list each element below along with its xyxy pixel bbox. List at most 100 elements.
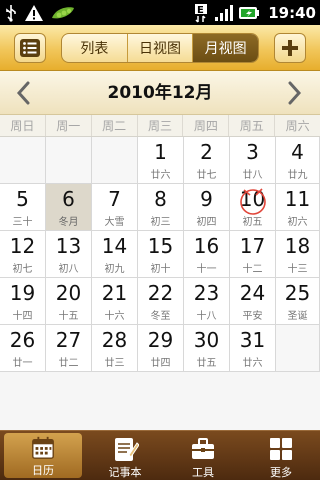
day-cell[interactable]: 27 廿二	[46, 325, 92, 372]
day-number: 18	[284, 234, 311, 258]
lunar-date: 初四	[196, 217, 217, 228]
day-cell[interactable]: 29 廿四	[138, 325, 184, 372]
day-number: 30	[193, 328, 220, 352]
lunar-date: 廿五	[196, 358, 217, 369]
day-cell[interactable]: 20 十五	[46, 278, 92, 325]
day-number: 28	[101, 328, 128, 352]
day-cell[interactable]: 25 圣诞	[276, 278, 320, 325]
tab-month-view[interactable]: 月视图	[193, 34, 258, 62]
add-button[interactable]	[274, 33, 306, 63]
lunar-date: 廿九	[287, 170, 308, 181]
menu-button[interactable]	[14, 33, 46, 63]
day-cell[interactable]: 4 廿九	[276, 137, 320, 184]
day-cell[interactable]: 10 初五	[230, 184, 276, 231]
lunar-date: 十二	[242, 264, 263, 275]
lunar-date: 三十	[12, 217, 33, 228]
day-number: 21	[101, 281, 128, 305]
lunar-date: 初八	[58, 264, 79, 275]
empty-day-cell	[92, 137, 138, 184]
day-number: 27	[55, 328, 82, 352]
svg-text:E: E	[197, 5, 204, 16]
lunar-date: 初十	[150, 264, 171, 275]
nav-notepad[interactable]: 记事本	[86, 431, 164, 480]
day-cell[interactable]: 8 初三	[138, 184, 184, 231]
lunar-date: 冬至	[150, 311, 171, 322]
day-cell[interactable]: 19 十四	[0, 278, 46, 325]
day-cell[interactable]: 15 初十	[138, 231, 184, 278]
weekday-header: 周日 周一 周二 周三 周四 周五 周六	[0, 115, 320, 137]
lunar-date: 廿六	[150, 170, 171, 181]
lunar-date: 初五	[242, 217, 263, 228]
day-cell[interactable]: 9 初四	[184, 184, 230, 231]
day-cell[interactable]: 2 廿七	[184, 137, 230, 184]
lunar-date: 十三	[287, 264, 308, 275]
day-cell[interactable]: 16 十一	[184, 231, 230, 278]
day-number: 19	[9, 281, 36, 305]
day-cell[interactable]: 11 初六	[276, 184, 320, 231]
lunar-date: 廿六	[242, 358, 263, 369]
day-cell[interactable]: 24 平安	[230, 278, 276, 325]
more-grid-icon	[270, 438, 292, 460]
weekday-label: 周五	[229, 115, 276, 136]
day-number: 2	[200, 140, 213, 164]
lunar-date: 廿四	[150, 358, 171, 369]
next-month-button[interactable]	[282, 80, 308, 106]
day-cell[interactable]: 12 初七	[0, 231, 46, 278]
day-cell[interactable]: 7 大雪	[92, 184, 138, 231]
day-number: 5	[16, 187, 29, 211]
day-cell[interactable]: 17 十二	[230, 231, 276, 278]
day-number: 15	[147, 234, 174, 258]
day-cell[interactable]: 1 廿六	[138, 137, 184, 184]
day-cell[interactable]: 3 廿八	[230, 137, 276, 184]
nav-calendar[interactable]: 日历	[4, 433, 82, 478]
month-title: 2010年12月	[107, 83, 213, 103]
day-cell[interactable]: 28 廿三	[92, 325, 138, 372]
day-cell[interactable]: 23 十八	[184, 278, 230, 325]
weekday-label: 周日	[0, 115, 46, 136]
nav-label: 更多	[270, 466, 292, 479]
empty-area	[0, 372, 320, 430]
lunar-date: 廿二	[58, 358, 79, 369]
day-cell[interactable]: 14 初九	[92, 231, 138, 278]
lunar-date: 圣诞	[287, 311, 308, 322]
day-cell[interactable]: 21 十六	[92, 278, 138, 325]
toolbar: 列表 日视图 月视图	[0, 25, 320, 71]
day-cell[interactable]: 18 十三	[276, 231, 320, 278]
day-number: 31	[239, 328, 266, 352]
day-cell[interactable]: 26 廿一	[0, 325, 46, 372]
day-cell[interactable]: 5 三十	[0, 184, 46, 231]
weekday-label: 周六	[285, 119, 310, 133]
warning-icon	[25, 4, 43, 21]
day-cell[interactable]: 22 冬至	[138, 278, 184, 325]
day-number: 12	[9, 234, 36, 258]
nav-tools[interactable]: 工具	[164, 431, 242, 480]
day-number: 7	[108, 187, 121, 211]
lunar-date: 初九	[104, 264, 125, 275]
lunar-date: 初三	[150, 217, 171, 228]
day-cell[interactable]: 6 冬月	[46, 184, 92, 231]
clock: 19:40	[268, 3, 316, 22]
day-number: 6	[62, 187, 75, 211]
day-cell[interactable]: 30 廿五	[184, 325, 230, 372]
prev-month-button[interactable]	[10, 80, 36, 106]
day-number: 14	[101, 234, 128, 258]
chevron-left-icon	[16, 81, 30, 105]
bottom-nav: 日历 记事本 工具 更多	[0, 430, 320, 480]
tab-day-view[interactable]: 日视图	[128, 34, 194, 62]
day-cell[interactable]: 13 初八	[46, 231, 92, 278]
lunar-date: 廿八	[242, 170, 263, 181]
status-bar: E 19:40	[0, 0, 320, 25]
day-number: 10	[239, 187, 266, 211]
lunar-date: 廿一	[12, 358, 33, 369]
weekday-label: 周二	[92, 115, 138, 136]
tab-list[interactable]: 列表	[62, 34, 128, 62]
day-cell[interactable]: 31 廿六	[230, 325, 276, 372]
toolbox-icon	[192, 438, 214, 459]
nav-more[interactable]: 更多	[242, 431, 320, 480]
day-number: 1	[154, 140, 167, 164]
lunar-date: 十六	[104, 311, 125, 322]
empty-day-cell	[276, 325, 320, 372]
weekday-label: 周三	[138, 115, 184, 136]
weekday-label: 周一	[46, 115, 92, 136]
day-number: 24	[239, 281, 266, 305]
